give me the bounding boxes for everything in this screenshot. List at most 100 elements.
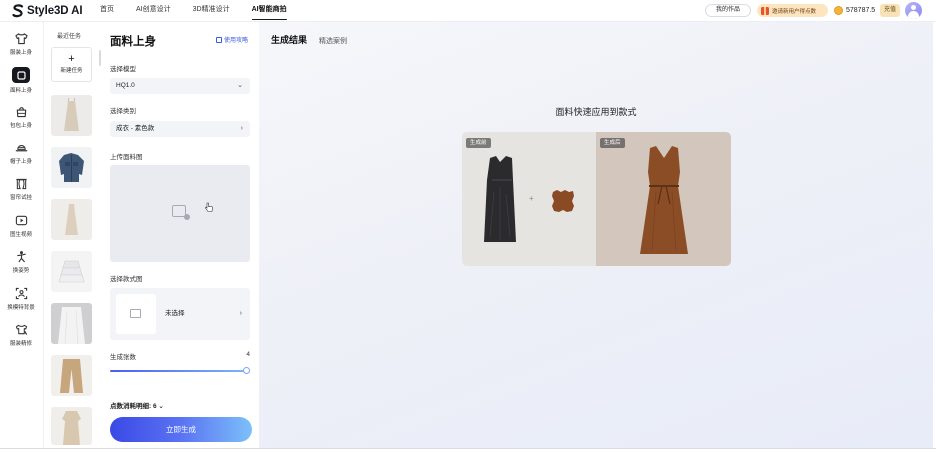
nav-home[interactable]: 首页 bbox=[100, 0, 114, 22]
sidebar-item-hat[interactable]: 帽子上身 bbox=[0, 141, 42, 173]
style-image-picker[interactable]: 未选择 › bbox=[110, 288, 250, 340]
invite-promo-button[interactable]: 邀请新用户得点数 bbox=[757, 4, 828, 17]
image-placeholder-icon bbox=[130, 309, 141, 318]
slider-thumb[interactable] bbox=[243, 367, 250, 374]
sidebar-item-image-to-video[interactable]: 图生视频 bbox=[0, 214, 42, 246]
sidebar-item-change-model-bg[interactable]: 换模特背景 bbox=[0, 287, 42, 319]
recent-task-thumbnail[interactable] bbox=[51, 355, 92, 396]
fabric-icon bbox=[12, 67, 30, 83]
recent-task-thumbnail[interactable] bbox=[51, 199, 92, 240]
category-label: 选择类别 bbox=[110, 108, 136, 115]
after-tag: 生成后 bbox=[600, 138, 625, 148]
plus-icon: + bbox=[529, 194, 534, 203]
brown-dress-image bbox=[640, 146, 688, 254]
recent-task-thumbnail[interactable] bbox=[51, 95, 92, 136]
recent-tasks-title: 最近任务 bbox=[57, 34, 82, 40]
model-value: HQ1.0 bbox=[116, 82, 135, 89]
chevron-right-icon: › bbox=[240, 125, 243, 132]
tab-featured-cases[interactable]: 精选案例 bbox=[319, 36, 347, 46]
tab-results[interactable]: 生成结果 bbox=[271, 33, 307, 46]
pose-icon bbox=[16, 251, 26, 263]
style-image-label: 选择款式图 bbox=[110, 276, 143, 283]
before-panel: 生成前 + bbox=[462, 132, 596, 266]
style-value: 未选择 bbox=[165, 310, 185, 317]
coin-icon bbox=[834, 6, 843, 15]
sidebar-item-bag[interactable]: 包包上身 bbox=[0, 105, 42, 137]
points-cost-label: 点数消耗明细: 6 bbox=[110, 403, 157, 410]
chevron-down-icon: ⌄ bbox=[237, 82, 243, 89]
sidebar-item-label: 帽子上身 bbox=[9, 159, 32, 165]
generate-count-row: 生成张数 4 bbox=[110, 351, 250, 361]
recent-task-thumbnail[interactable] bbox=[51, 407, 92, 445]
top-bar: Style3D AI 首页 AI创意设计 3D精准设计 AI智能商拍 我的作品 … bbox=[0, 0, 936, 22]
avatar[interactable] bbox=[905, 2, 922, 19]
nav-3d-precise-design[interactable]: 3D精准设计 bbox=[193, 0, 230, 22]
sidebar-item-garment-retouch[interactable]: 服装精修 bbox=[0, 323, 42, 355]
video-icon bbox=[15, 215, 27, 226]
chevron-right-icon: › bbox=[239, 310, 242, 317]
points-value: 578787.5 bbox=[846, 7, 876, 14]
points-balance: 578787.5 bbox=[834, 4, 875, 17]
showcase-headline: 面料快速应用到款式 bbox=[555, 107, 637, 117]
generate-count-slider[interactable] bbox=[110, 367, 250, 374]
hat-icon bbox=[15, 144, 27, 152]
sidebar-item-label: 窗帘试挂 bbox=[9, 195, 32, 201]
scan-icon bbox=[15, 287, 27, 300]
recent-task-thumbnail[interactable] bbox=[51, 147, 92, 188]
new-task-button[interactable]: + 新建任务 bbox=[51, 47, 92, 82]
recent-task-thumbnail[interactable] bbox=[51, 303, 92, 344]
nav-ai-smart-shoot[interactable]: AI智能商拍 bbox=[251, 0, 287, 22]
plus-icon: + bbox=[68, 53, 75, 65]
settings-panel: 面料上身 使用攻略 选择模型 HQ1.0 ⌄ 选择类别 成衣 - 素色款 › 上… bbox=[101, 22, 259, 452]
recent-task-thumbnail[interactable] bbox=[51, 251, 92, 292]
sidebar-item-label: 服装上身 bbox=[9, 50, 32, 56]
generate-button[interactable]: 立即生成 bbox=[110, 417, 252, 442]
curtain-icon bbox=[15, 178, 27, 190]
page-title: 面料上身 bbox=[110, 36, 156, 48]
sidebar-item-label: 面料上身 bbox=[9, 88, 32, 94]
usage-guide-link[interactable]: 使用攻略 bbox=[216, 35, 248, 44]
points-cost-detail[interactable]: 点数消耗明细: 6 ⌄ bbox=[110, 400, 164, 410]
fabric-swatch-image bbox=[552, 190, 574, 212]
category-select[interactable]: 成衣 - 素色款 › bbox=[110, 121, 250, 137]
recharge-button[interactable]: 充值 bbox=[880, 4, 900, 17]
logo[interactable]: Style3D AI bbox=[12, 3, 83, 19]
bottom-border bbox=[0, 448, 936, 452]
new-task-label: 新建任务 bbox=[60, 68, 83, 74]
slider-track bbox=[110, 370, 247, 372]
style3d-logo-icon bbox=[12, 4, 24, 18]
usage-guide-label: 使用攻略 bbox=[224, 38, 249, 44]
logo-text: Style3D AI bbox=[27, 5, 83, 17]
book-icon bbox=[216, 36, 222, 43]
dress-image bbox=[64, 97, 79, 131]
sidebar-item-curtain[interactable]: 窗帘试挂 bbox=[0, 177, 42, 209]
bag-icon bbox=[16, 107, 26, 118]
fabric-upload-dropzone[interactable] bbox=[110, 165, 250, 262]
top-nav: 首页 AI创意设计 3D精准设计 AI智能商拍 bbox=[100, 0, 287, 22]
style-placeholder bbox=[116, 294, 156, 334]
before-after-showcase: 生成前 + 生成后 bbox=[462, 132, 731, 266]
result-tabs: 生成结果 精选案例 bbox=[271, 33, 347, 46]
tool-sidebar: 服装上身 面料上身 包包上身 帽子上身 窗帘试挂 图生视频 换姿势 换模特背景 … bbox=[0, 22, 42, 452]
before-tag: 生成前 bbox=[466, 138, 491, 148]
promo-label: 邀请新用户得点数 bbox=[772, 8, 817, 15]
generate-count-label: 生成张数 bbox=[110, 354, 136, 361]
dress-image bbox=[65, 204, 78, 235]
upload-fabric-label: 上传面料图 bbox=[110, 154, 143, 161]
sidebar-item-label: 换模特背景 bbox=[7, 305, 35, 311]
sidebar-item-change-pose[interactable]: 换姿势 bbox=[0, 250, 42, 282]
sidebar-item-garment[interactable]: 服装上身 bbox=[0, 32, 42, 64]
nav-ai-creative-design[interactable]: AI创意设计 bbox=[136, 0, 171, 22]
after-panel: 生成后 bbox=[596, 132, 731, 266]
sidebar-item-label: 服装精修 bbox=[9, 341, 32, 347]
denim-jacket-image bbox=[59, 153, 84, 182]
sidebar-item-fabric[interactable]: 面料上身 bbox=[0, 67, 42, 99]
gift-icon bbox=[761, 6, 769, 15]
tiered-skirt-image bbox=[58, 260, 85, 283]
my-works-button[interactable]: 我的作品 bbox=[705, 4, 751, 17]
tshirt-icon bbox=[14, 33, 28, 45]
beige-dress-image bbox=[62, 411, 81, 445]
model-select[interactable]: HQ1.0 ⌄ bbox=[110, 78, 250, 94]
white-skirt-image bbox=[58, 307, 85, 344]
recent-tasks-column: 最近任务 + 新建任务 bbox=[43, 22, 101, 452]
